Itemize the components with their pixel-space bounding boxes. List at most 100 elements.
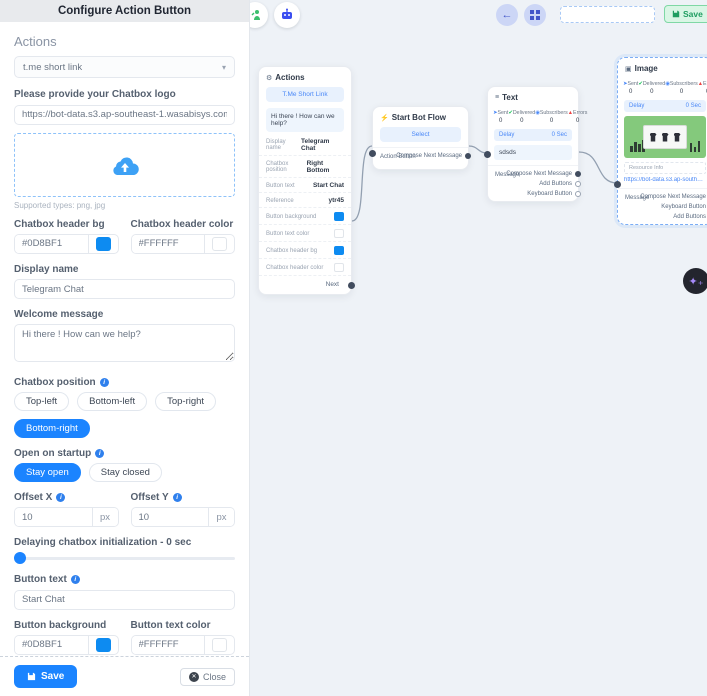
action-button-port-label: Action Button [380, 154, 416, 160]
panel-footer: Save ✕ Close [0, 656, 249, 696]
save-button[interactable]: Save [14, 665, 77, 688]
start-node-title: Start Bot Flow [392, 113, 446, 122]
position-option-bottom-left[interactable]: Bottom-left [77, 392, 147, 411]
startup-option-stay-open[interactable]: Stay open [14, 463, 81, 482]
input-port[interactable] [369, 150, 376, 157]
header-bg-swatch[interactable] [88, 235, 118, 253]
actions-node[interactable]: ⚙ Actions T.Me Short Link Hi there ! How… [258, 66, 352, 295]
start-bot-flow-node[interactable]: ⚡ Start Bot Flow Select Action Button Co… [372, 106, 469, 170]
node-row: Button text Start Chat [259, 178, 351, 193]
output-port[interactable] [575, 181, 581, 187]
startup-option-stay-closed[interactable]: Stay closed [89, 463, 162, 482]
actions-select[interactable]: t.me short link ▾ [14, 56, 235, 78]
button-bg-input[interactable] [15, 636, 88, 654]
offset-x-unit: px [92, 508, 118, 526]
offset-x-label: Offset X i [14, 492, 119, 503]
startup-label: Open on startup i [14, 448, 235, 459]
offset-y-unit: px [208, 508, 234, 526]
bot-button[interactable] [274, 2, 300, 28]
flow-canvas[interactable]: ← Save ✦₊ ⚙ Actions T.Me Short Link Hi t… [250, 0, 707, 696]
header-color-swatch[interactable] [204, 235, 234, 253]
color-swatch [334, 263, 344, 272]
port-row: Add Buttons [539, 181, 571, 187]
header-color-group [131, 234, 236, 254]
header-color-input[interactable] [132, 235, 205, 253]
tshirt-chart-thumbnail [643, 125, 687, 149]
gear-icon: ⚙ [266, 74, 272, 82]
offset-y-group: px [131, 507, 236, 527]
logo-upload-dropzone[interactable] [14, 133, 235, 197]
image-icon: ▣ [625, 65, 632, 73]
header-color-label: Chatbox header color [131, 219, 236, 230]
resource-info-label: Resource Info [624, 162, 706, 174]
text-node-delay[interactable]: Delay 0 Sec [494, 129, 572, 141]
ai-assistant-button[interactable]: ✦₊ [683, 268, 707, 294]
slider-thumb[interactable] [14, 552, 26, 564]
close-button[interactable]: ✕ Close [180, 668, 235, 686]
flow-title-input[interactable] [560, 6, 655, 23]
node-row: Reference ytr45 [259, 193, 351, 208]
image-preview[interactable] [624, 116, 706, 158]
info-icon: i [71, 575, 80, 584]
message-port-label: Message [495, 172, 519, 178]
port-row: Add Buttons [673, 214, 705, 220]
fit-view-button[interactable] [524, 4, 546, 26]
button-bg-swatch[interactable] [88, 636, 118, 654]
display-name-label: Display name [14, 264, 235, 275]
panel-header: Configure Action Button [0, 0, 249, 22]
position-label: Chatbox position i [14, 377, 235, 388]
output-port[interactable] [575, 171, 581, 177]
message-port-label: Message [625, 195, 649, 201]
undo-button[interactable]: ← [496, 4, 518, 26]
start-node-select-button[interactable]: Select [380, 127, 461, 142]
port-row: Compose Next Message [640, 194, 705, 200]
text-node-title: Text [502, 93, 518, 102]
text-node-content[interactable]: sdsds [494, 145, 572, 160]
delay-slider[interactable] [14, 552, 235, 564]
image-node-delay[interactable]: Delay 0 Sec [624, 100, 706, 112]
input-port[interactable] [614, 181, 621, 188]
config-panel: Configure Action Button Actions t.me sho… [0, 0, 250, 696]
button-text-color-swatch[interactable] [204, 636, 234, 654]
color-swatch [334, 212, 344, 221]
button-bg-label: Button background [14, 620, 119, 631]
logo-url-input[interactable] [14, 105, 235, 125]
flow-save-button[interactable]: Save [664, 5, 707, 23]
position-option-bottom-right[interactable]: Bottom-right [14, 419, 90, 438]
resource-link[interactable]: https://bot-data.s3.ap-southeast-1.wasab… [624, 177, 706, 183]
agent-button[interactable] [250, 2, 268, 28]
port-row: Keyboard Button [527, 191, 571, 197]
color-swatch [334, 229, 344, 238]
info-icon: i [173, 493, 182, 502]
actions-node-action-pill[interactable]: T.Me Short Link [266, 87, 344, 102]
position-option-top-right[interactable]: Top-right [155, 392, 216, 411]
button-text-input[interactable] [14, 590, 235, 610]
close-icon: ✕ [189, 672, 199, 682]
cloud-upload-icon [110, 154, 140, 176]
human-agent-icon [250, 9, 261, 21]
robot-icon [280, 8, 294, 22]
position-option-top-left[interactable]: Top-left [14, 392, 69, 411]
node-row: Chatbox position Right Bottom [259, 156, 351, 178]
welcome-message-textarea[interactable]: Hi there ! How can we help? [14, 324, 235, 362]
next-port[interactable] [348, 282, 355, 289]
image-node[interactable]: ▣ Image ➤Sent0 ✔Delivered0 ◉Subscribers0… [617, 57, 707, 225]
output-port[interactable] [465, 153, 471, 159]
input-port[interactable] [484, 151, 491, 158]
offset-x-input[interactable] [15, 508, 92, 526]
sparkles-icon: ✦₊ [688, 275, 703, 288]
output-port[interactable] [575, 191, 581, 197]
node-row: Chatbox header color [259, 259, 351, 276]
button-text-color-input[interactable] [132, 636, 205, 654]
display-name-input[interactable] [14, 279, 235, 299]
text-lines-icon: ≡ [495, 94, 499, 101]
header-bg-input[interactable] [15, 235, 88, 253]
offset-x-group: px [14, 507, 119, 527]
grid-icon [530, 10, 540, 20]
panel-title: Configure Action Button [58, 5, 191, 17]
button-text-color-label: Button text color [131, 620, 236, 631]
next-port-label: Next [259, 276, 351, 294]
text-node[interactable]: ≡ Text ➤Sent0 ✔Delivered0 ◉Subscribers0 … [487, 86, 579, 202]
offset-y-input[interactable] [132, 508, 209, 526]
logo-label: Please provide your Chatbox logo [14, 89, 235, 100]
